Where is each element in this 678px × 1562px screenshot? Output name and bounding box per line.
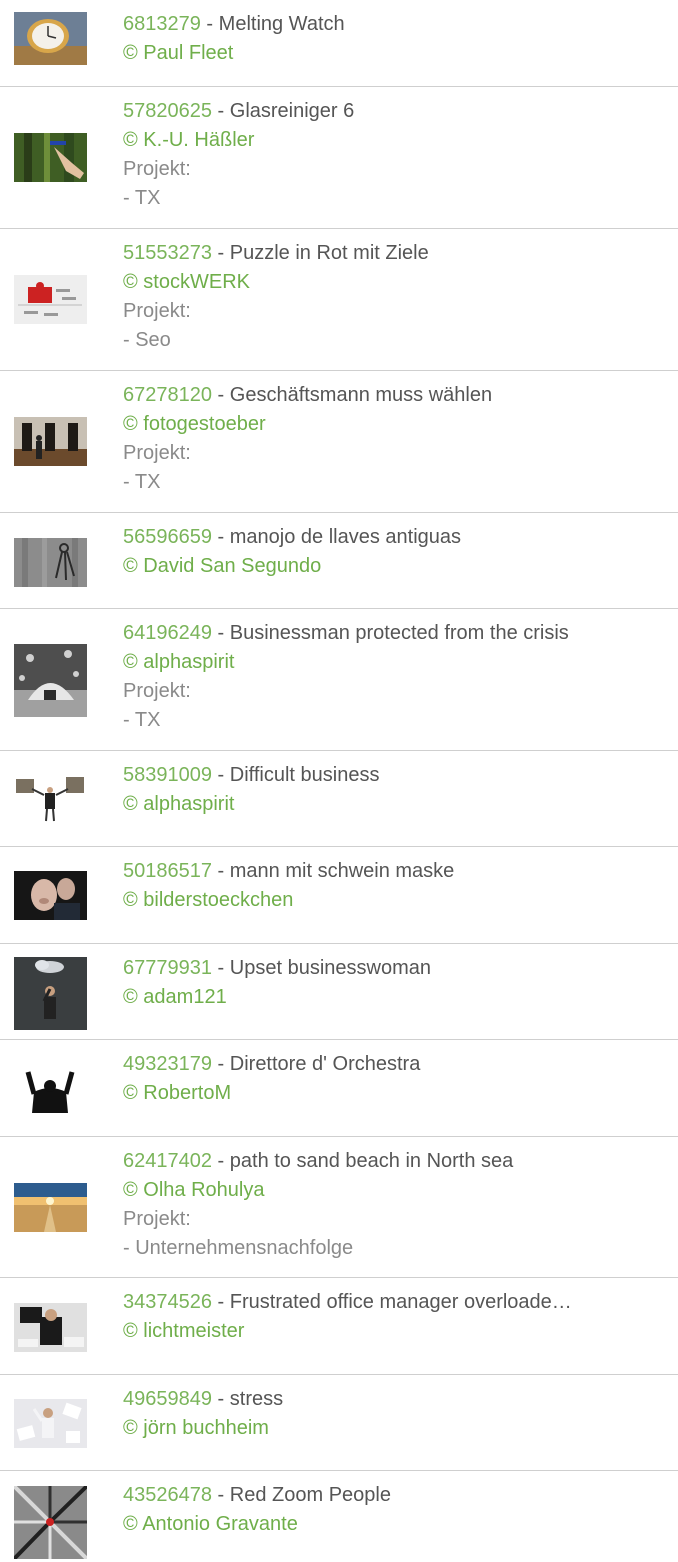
project-name: - TX: [123, 187, 161, 209]
project-name: - TX: [123, 471, 161, 493]
author-link[interactable]: © Paul Fleet: [123, 39, 658, 68]
image-title: Upset businesswoman: [229, 957, 431, 979]
item-title-line: 34374526 - Frustrated office manager ove…: [123, 1291, 572, 1313]
image-list: 6813279 - Melting Watch © Paul Fleet 578…: [0, 0, 678, 1562]
image-title: path to sand beach in North sea: [229, 1150, 514, 1172]
image-title: mann mit schwein maske: [229, 860, 455, 882]
image-id-link[interactable]: 49323179: [123, 1053, 212, 1075]
author-link[interactable]: © alphaspirit: [123, 648, 658, 677]
image-id-link[interactable]: 34374526: [123, 1291, 212, 1313]
puzzle-thumbnail[interactable]: [14, 275, 87, 324]
list-item[interactable]: 51553273 - Puzzle in Rot mit Ziele © sto…: [0, 229, 678, 371]
author-link[interactable]: © David San Segundo: [123, 552, 658, 581]
glass-cleaner-thumbnail[interactable]: [14, 133, 87, 182]
image-title: Melting Watch: [218, 13, 345, 35]
project-label: Projekt:: [123, 680, 191, 702]
author-link[interactable]: © fotogestoeber: [123, 410, 658, 439]
author-link[interactable]: © alphaspirit: [123, 790, 658, 819]
list-item[interactable]: 50186517 - mann mit schwein maske © bild…: [0, 847, 678, 944]
item-title-line: 62417402 - path to sand beach in North s…: [123, 1150, 514, 1172]
image-id-link[interactable]: 67779931: [123, 957, 212, 979]
image-id-link[interactable]: 64196249: [123, 622, 212, 644]
item-title-line: 57820625 - Glasreiniger 6: [123, 100, 355, 122]
image-title: stress: [229, 1388, 284, 1410]
keys-thumbnail[interactable]: [14, 538, 87, 587]
image-id-link[interactable]: 67278120: [123, 384, 212, 406]
author-link[interactable]: © K.-U. Häßler: [123, 126, 658, 155]
image-id-link[interactable]: 58391009: [123, 764, 212, 786]
beach-thumbnail[interactable]: [14, 1183, 87, 1232]
author-link[interactable]: © stockWERK: [123, 268, 658, 297]
project-label: Projekt:: [123, 158, 191, 180]
list-item[interactable]: 49659849 - stress © jörn buchheim: [0, 1375, 678, 1471]
list-item[interactable]: 58391009 - Difficult business © alphaspi…: [0, 751, 678, 847]
pig-mask-thumbnail[interactable]: [14, 871, 87, 920]
image-id-link[interactable]: 51553273: [123, 242, 212, 264]
item-title-line: 6813279 - Melting Watch: [123, 13, 345, 35]
project-label: Projekt:: [123, 442, 191, 464]
item-title-line: 50186517 - mann mit schwein maske: [123, 860, 455, 882]
project-name: - TX: [123, 709, 161, 731]
item-title-line: 51553273 - Puzzle in Rot mit Ziele: [123, 242, 429, 264]
author-link[interactable]: © Olha Rohulya: [123, 1176, 658, 1205]
project-name: - Seo: [123, 329, 171, 351]
list-item[interactable]: 56596659 - manojo de llaves antiguas © D…: [0, 513, 678, 609]
image-title: Difficult business: [229, 764, 380, 786]
image-title: manojo de llaves antiguas: [229, 526, 462, 548]
list-item[interactable]: 49323179 - Direttore d' Orchestra © Robe…: [0, 1040, 678, 1137]
author-link[interactable]: © lichtmeister: [123, 1317, 658, 1346]
author-link[interactable]: © Antonio Gravante: [123, 1510, 658, 1539]
item-title-line: 67278120 - Geschäftsmann muss wählen: [123, 384, 493, 406]
image-id-link[interactable]: 56596659: [123, 526, 212, 548]
list-item[interactable]: 67779931 - Upset businesswoman © adam121: [0, 944, 678, 1040]
image-title: Frustrated office manager overloade…: [229, 1291, 572, 1313]
stones-thumbnail[interactable]: [14, 773, 87, 825]
image-title: Glasreiniger 6: [229, 100, 355, 122]
author-link[interactable]: © bilderstoeckchen: [123, 886, 658, 915]
image-id-link[interactable]: 49659849: [123, 1388, 212, 1410]
businesswoman-cloud-thumbnail[interactable]: [14, 957, 87, 1030]
businessman-shield-thumbnail[interactable]: [14, 644, 87, 717]
zoom-people-thumbnail[interactable]: [14, 1486, 87, 1559]
item-title-line: 56596659 - manojo de llaves antiguas: [123, 526, 462, 548]
list-item[interactable]: 62417402 - path to sand beach in North s…: [0, 1137, 678, 1278]
doors-thumbnail[interactable]: [14, 417, 87, 466]
item-title-line: 67779931 - Upset businesswoman: [123, 957, 431, 979]
image-title: Businessman protected from the crisis: [229, 622, 569, 644]
melting-watch-thumbnail[interactable]: [14, 12, 87, 65]
list-item[interactable]: 57820625 - Glasreiniger 6 © K.-U. Häßler…: [0, 87, 678, 229]
stress-paper-thumbnail[interactable]: [14, 1399, 87, 1448]
item-title-line: 43526478 - Red Zoom People: [123, 1484, 391, 1506]
image-title: Red Zoom People: [229, 1484, 391, 1506]
item-title-line: 64196249 - Businessman protected from th…: [123, 622, 569, 644]
item-title-line: 58391009 - Difficult business: [123, 764, 380, 786]
list-item[interactable]: 34374526 - Frustrated office manager ove…: [0, 1278, 678, 1375]
list-item[interactable]: 67278120 - Geschäftsmann muss wählen © f…: [0, 371, 678, 513]
image-id-link[interactable]: 43526478: [123, 1484, 212, 1506]
project-name: - Unternehmensnachfolge: [123, 1237, 354, 1259]
office-manager-thumbnail[interactable]: [14, 1303, 87, 1352]
author-link[interactable]: © jörn buchheim: [123, 1414, 658, 1443]
project-label: Projekt:: [123, 300, 191, 322]
author-link[interactable]: © RobertoM: [123, 1079, 658, 1108]
conductor-thumbnail[interactable]: [14, 1064, 87, 1113]
image-id-link[interactable]: 6813279: [123, 13, 201, 35]
list-item[interactable]: 6813279 - Melting Watch © Paul Fleet: [0, 0, 678, 87]
image-id-link[interactable]: 62417402: [123, 1150, 212, 1172]
author-link[interactable]: © adam121: [123, 983, 658, 1012]
image-title: Direttore d' Orchestra: [229, 1053, 421, 1075]
image-id-link[interactable]: 50186517: [123, 860, 212, 882]
image-title: Geschäftsmann muss wählen: [229, 384, 493, 406]
item-title-line: 49659849 - stress: [123, 1388, 284, 1410]
list-item[interactable]: 64196249 - Businessman protected from th…: [0, 609, 678, 751]
image-id-link[interactable]: 57820625: [123, 100, 212, 122]
list-item[interactable]: 43526478 - Red Zoom People © Antonio Gra…: [0, 1471, 678, 1562]
project-label: Projekt:: [123, 1208, 191, 1230]
image-title: Puzzle in Rot mit Ziele: [229, 242, 429, 264]
item-title-line: 49323179 - Direttore d' Orchestra: [123, 1053, 421, 1075]
